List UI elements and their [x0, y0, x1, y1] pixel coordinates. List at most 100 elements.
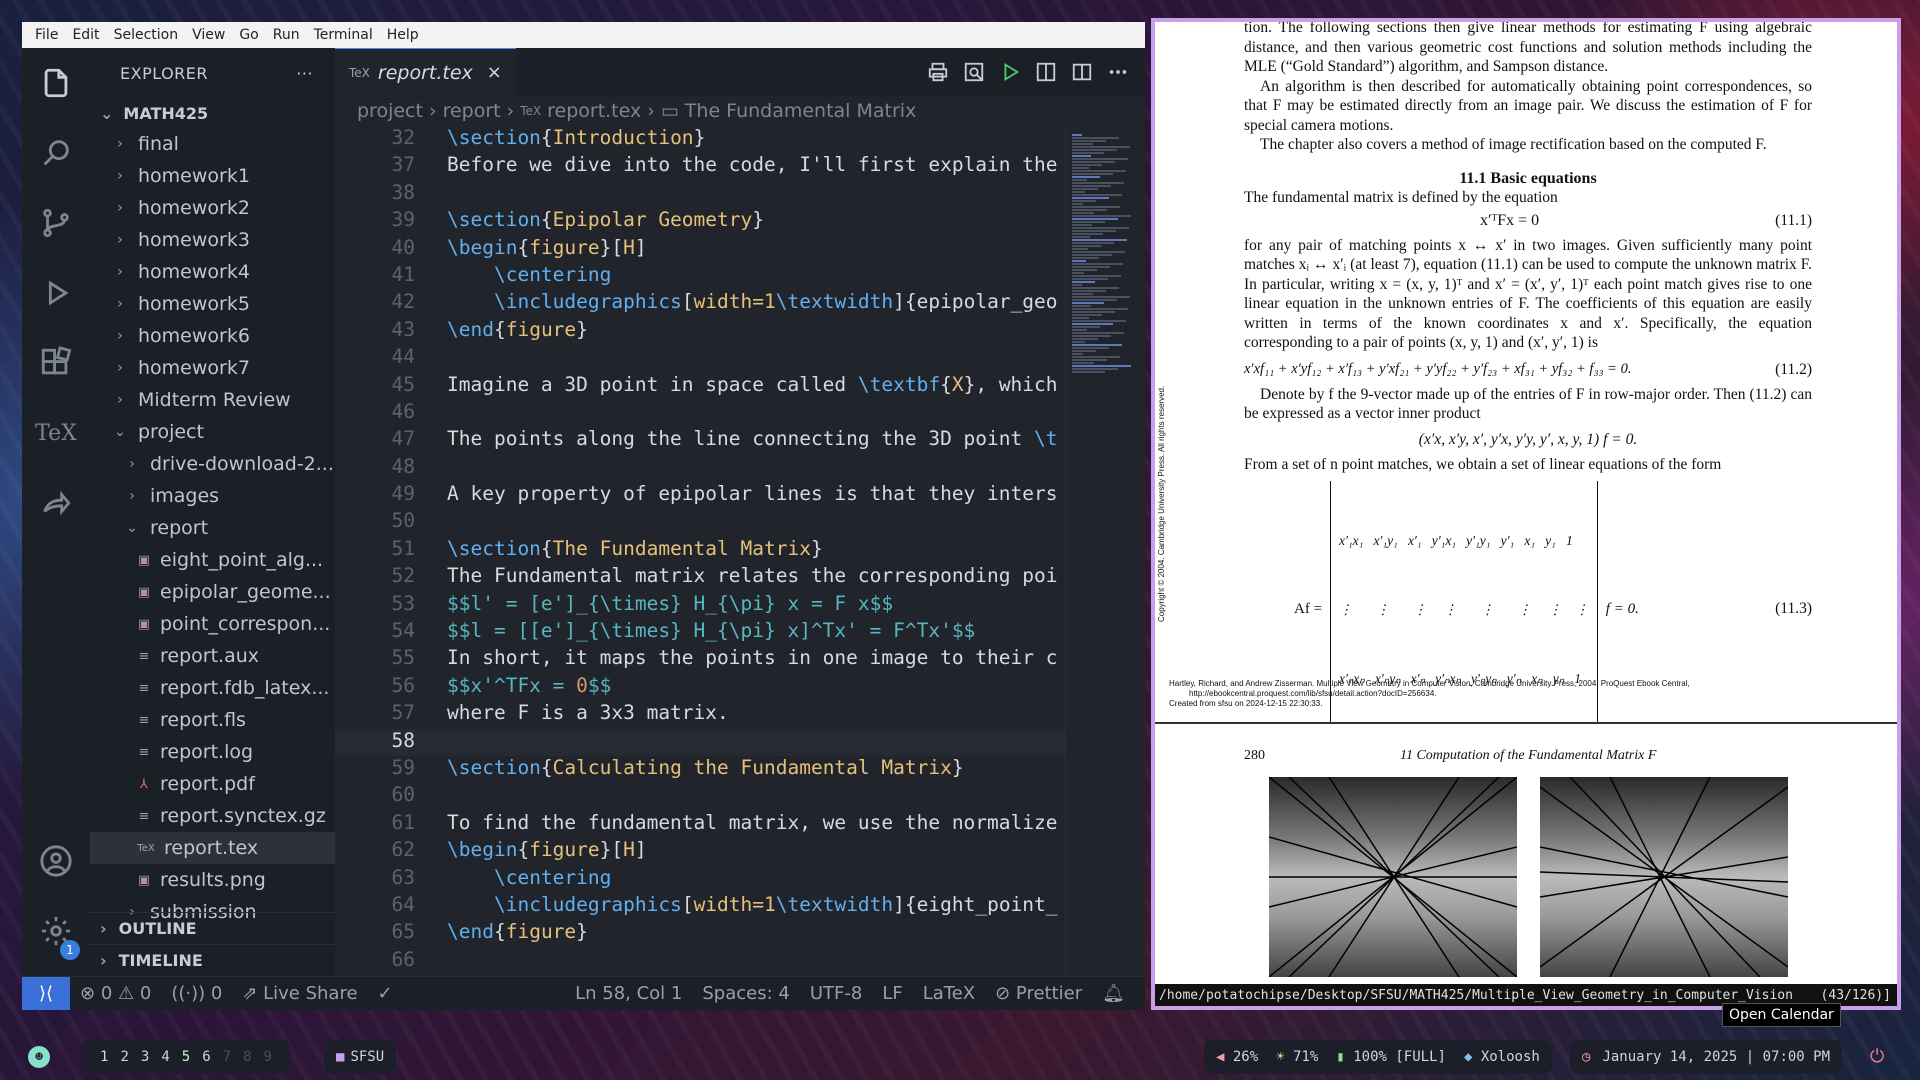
- clock-module[interactable]: ◷ January 14, 2025 | 07:00 PM: [1570, 1040, 1843, 1074]
- tree-folder[interactable]: › homework7: [90, 352, 335, 384]
- explorer-icon[interactable]: [22, 48, 90, 118]
- workspace-button[interactable]: 9: [264, 1049, 272, 1065]
- tree-file[interactable]: ≡ report.synctex.gz: [90, 800, 335, 832]
- preview-search-icon[interactable]: [963, 61, 985, 83]
- tree-folder[interactable]: › Midterm Review: [90, 384, 335, 416]
- tree-file[interactable]: ⅄ report.pdf: [90, 768, 335, 800]
- code-line[interactable]: 66: [335, 948, 1065, 975]
- code-line[interactable]: 62 \begin{figure}[H]: [335, 838, 1065, 865]
- code-line[interactable]: 51 \section{The Fundamental Matrix}: [335, 537, 1065, 564]
- code-line[interactable]: 50: [335, 509, 1065, 536]
- breadcrumb-item[interactable]: The Fundamental Matrix: [685, 100, 917, 122]
- workspace-button[interactable]: 8: [243, 1049, 251, 1065]
- menu-item[interactable]: File: [28, 27, 65, 43]
- tree-file[interactable]: ≡ report.aux: [90, 640, 335, 672]
- tree-folder[interactable]: › homework4: [90, 256, 335, 288]
- pdf-viewer[interactable]: tion. The following sections then give l…: [1151, 18, 1901, 1010]
- workspace-button[interactable]: 5: [182, 1049, 190, 1065]
- menu-item[interactable]: Run: [266, 27, 307, 43]
- tree-file[interactable]: ▣ eight_point_alg...: [90, 544, 335, 576]
- timeline-section[interactable]: › TIMELINE: [90, 944, 335, 976]
- end-of-line[interactable]: LF: [872, 983, 912, 1004]
- menu-item[interactable]: Selection: [107, 27, 186, 43]
- code-line[interactable]: 59 \section{Calculating the Fundamental M…: [335, 756, 1065, 783]
- workspace-button[interactable]: 2: [120, 1049, 128, 1065]
- tree-file[interactable]: ▣ epipolar_geome...: [90, 576, 335, 608]
- menu-item[interactable]: Help: [380, 27, 426, 43]
- brightness-module[interactable]: ☀ 71%: [1276, 1049, 1318, 1065]
- breadcrumb-item[interactable]: report: [443, 100, 501, 122]
- cursor-position[interactable]: Ln 58, Col 1: [565, 983, 692, 1004]
- extensions-icon[interactable]: [22, 328, 90, 398]
- ports-indicator[interactable]: ((·)) 0: [161, 983, 232, 1004]
- check-icon[interactable]: ✓: [368, 983, 403, 1004]
- code-line[interactable]: 45 Imagine a 3D point in space called \te…: [335, 373, 1065, 400]
- split-editor-icon[interactable]: [1071, 61, 1093, 83]
- tree-folder[interactable]: ⌄ project: [90, 416, 335, 448]
- code-line[interactable]: 44: [335, 345, 1065, 372]
- code-line[interactable]: 39 \section{Epipolar Geometry}: [335, 208, 1065, 235]
- launcher-icon[interactable]: ☻: [28, 1046, 50, 1068]
- tab-report-tex[interactable]: TeX report.tex ×: [335, 48, 516, 96]
- menu-item[interactable]: Go: [232, 27, 265, 43]
- tree-file[interactable]: ▣ results.png: [90, 864, 335, 896]
- menu-item[interactable]: Terminal: [307, 27, 380, 43]
- code-line[interactable]: 42 \includegraphics[width=1\textwidth]{e…: [335, 290, 1065, 317]
- code-line[interactable]: 53 $$l' = [e']_{\times} H_{\pi} x = F x$$: [335, 592, 1065, 619]
- tree-folder[interactable]: › images: [90, 480, 335, 512]
- outline-section[interactable]: › OUTLINE: [90, 912, 335, 944]
- code-line[interactable]: 61 To find the fundamental matrix, we use…: [335, 811, 1065, 838]
- live-share-button[interactable]: ⇗ Live Share: [232, 983, 367, 1004]
- code-line[interactable]: 48: [335, 455, 1065, 482]
- code-line[interactable]: 57 where F is a 3x3 matrix.: [335, 701, 1065, 728]
- tree-folder[interactable]: › homework6: [90, 320, 335, 352]
- explorer-more-icon[interactable]: ···: [296, 64, 313, 83]
- source-control-icon[interactable]: [22, 188, 90, 258]
- remote-icon[interactable]: ⟩⟨: [22, 976, 70, 1010]
- tree-folder[interactable]: › final: [90, 128, 335, 160]
- tree-file[interactable]: ≡ report.fdb_latex...: [90, 672, 335, 704]
- search-icon[interactable]: [22, 118, 90, 188]
- account-icon[interactable]: [22, 826, 90, 896]
- tree-folder[interactable]: › drive-download-2...: [90, 448, 335, 480]
- code-line[interactable]: 43 \end{figure}: [335, 318, 1065, 345]
- breadcrumb-item[interactable]: project: [357, 100, 423, 122]
- workspace-button[interactable]: 6: [202, 1049, 210, 1065]
- code-editor[interactable]: 32 \section{Introduction} 37 Before we dive…: [335, 126, 1065, 976]
- prettier-status[interactable]: ⊘ Prettier: [985, 983, 1092, 1004]
- workspace-button[interactable]: 7: [223, 1049, 231, 1065]
- print-icon[interactable]: [927, 61, 949, 83]
- code-line[interactable]: 41 \centering: [335, 263, 1065, 290]
- workspace-button[interactable]: 4: [161, 1049, 169, 1065]
- more-actions-icon[interactable]: [1107, 61, 1129, 83]
- menu-item[interactable]: Edit: [65, 27, 106, 43]
- code-line[interactable]: 64 \includegraphics[width=1\textwidth]{e…: [335, 893, 1065, 920]
- code-line[interactable]: 52 The Fundamental matrix relates the cor…: [335, 564, 1065, 591]
- tree-file[interactable]: ≡ report.log: [90, 736, 335, 768]
- indentation[interactable]: Spaces: 4: [692, 983, 799, 1004]
- code-line[interactable]: 38: [335, 181, 1065, 208]
- code-line[interactable]: 54 $$l = [[e']_{\times} H_{\pi} x]^Tx' = …: [335, 619, 1065, 646]
- volume-module[interactable]: ◀︎ 26%: [1216, 1049, 1258, 1065]
- tree-folder[interactable]: ⌄ report: [90, 512, 335, 544]
- tree-folder[interactable]: › homework5: [90, 288, 335, 320]
- code-line[interactable]: 55 In short, it maps the points in one im…: [335, 646, 1065, 673]
- tree-folder[interactable]: › homework1: [90, 160, 335, 192]
- live-share-icon[interactable]: [22, 468, 90, 538]
- build-run-icon[interactable]: [999, 61, 1021, 83]
- battery-module[interactable]: ▮ 100% [FULL]: [1336, 1049, 1446, 1065]
- breadcrumb-item[interactable]: report.tex: [547, 100, 641, 122]
- code-line[interactable]: 32 \section{Introduction}: [335, 126, 1065, 153]
- menu-item[interactable]: View: [185, 27, 232, 43]
- encoding[interactable]: UTF-8: [800, 983, 872, 1004]
- open-preview-icon[interactable]: [1035, 61, 1057, 83]
- code-line[interactable]: 47 The points along the line connecting t…: [335, 427, 1065, 454]
- current-folder[interactable]: ■ SFSU: [324, 1040, 397, 1074]
- code-line[interactable]: 40 \begin{figure}[H]: [335, 236, 1065, 263]
- tree-file[interactable]: ≡ report.fls: [90, 704, 335, 736]
- workspace-button[interactable]: 3: [141, 1049, 149, 1065]
- code-line[interactable]: 63 \centering: [335, 866, 1065, 893]
- tree-file[interactable]: TeX report.tex: [90, 832, 335, 864]
- tree-folder[interactable]: › homework3: [90, 224, 335, 256]
- code-line[interactable]: 49 A key property of epipolar lines is th…: [335, 482, 1065, 509]
